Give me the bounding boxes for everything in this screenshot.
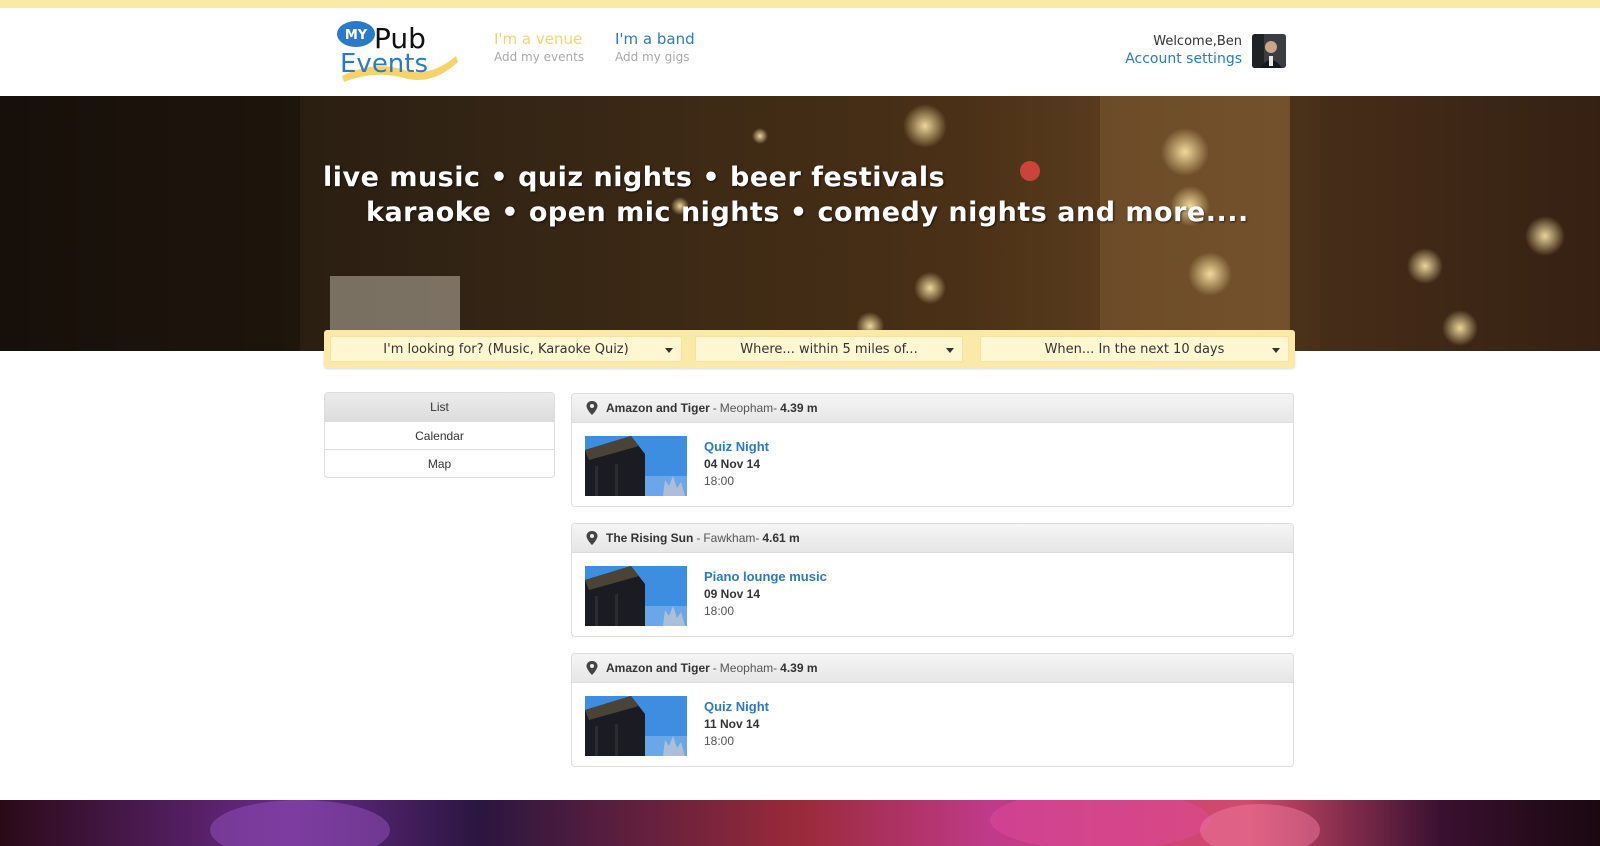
mypubevents-logo[interactable]: MY Pub Events	[334, 16, 462, 88]
event-card: Amazon and Tiger - Meopham - 4.39 m Quiz…	[571, 393, 1294, 507]
event-card: Amazon and Tiger - Meopham - 4.39 m Quiz…	[571, 653, 1294, 767]
event-title-link[interactable]: Quiz Night	[704, 439, 769, 454]
nav-band-title[interactable]: I'm a band	[615, 30, 695, 48]
footer-concert-image	[0, 800, 1600, 846]
event-card-header: Amazon and Tiger - Meopham - 4.39 m	[572, 394, 1293, 423]
event-time: 18:00	[704, 474, 735, 488]
event-date: 04 Nov 14	[704, 457, 761, 471]
separator: -	[755, 531, 760, 545]
event-title-link[interactable]: Quiz Night	[704, 699, 769, 714]
event-card-header: The Rising Sun - Fawkham - 4.61 m	[572, 524, 1293, 553]
nav-venue-title[interactable]: I'm a venue	[494, 30, 584, 48]
venue-name[interactable]: Amazon and Tiger	[606, 661, 710, 675]
venue-distance: 4.39 m	[780, 401, 818, 415]
separator: -	[773, 661, 778, 675]
caret-down-icon	[665, 348, 673, 353]
venue-distance: 4.61 m	[762, 531, 800, 545]
hero-tagline-line1: live music • quiz nights • beer festival…	[323, 162, 946, 193]
venue-distance: 4.39 m	[780, 661, 818, 675]
event-card: The Rising Sun - Fawkham - 4.61 m Piano …	[571, 523, 1294, 637]
location-dropdown-label: Where... within 5 miles of...	[740, 341, 918, 357]
top-accent-strip	[0, 0, 1600, 8]
event-date: 09 Nov 14	[704, 587, 761, 601]
nav-band-subtitle[interactable]: Add my gigs	[615, 50, 695, 64]
event-type-dropdown-label: I'm looking for? (Music, Karaoke Quiz)	[383, 341, 629, 357]
nav-band[interactable]: I'm a band Add my gigs	[615, 30, 695, 64]
event-card-header: Amazon and Tiger - Meopham - 4.39 m	[572, 654, 1293, 683]
event-card-body: Quiz Night 04 Nov 14 18:00	[572, 423, 1293, 506]
hero-banner: live music • quiz nights • beer festival…	[0, 96, 1600, 351]
event-date: 11 Nov 14	[704, 717, 760, 731]
account-settings-link[interactable]: Account settings	[1125, 51, 1242, 67]
venue-name[interactable]: Amazon and Tiger	[606, 401, 710, 415]
event-card-body: Quiz Night 11 Nov 14 18:00	[572, 683, 1293, 766]
map-pin-icon	[586, 401, 598, 415]
event-title-link[interactable]: Piano lounge music	[704, 569, 827, 584]
caret-down-icon	[946, 348, 954, 353]
venue-thumbnail[interactable]	[585, 696, 687, 756]
separator: -	[773, 401, 778, 415]
separator: -	[712, 401, 717, 415]
location-dropdown[interactable]: Where... within 5 miles of...	[695, 336, 963, 362]
welcome-text: Welcome,Ben	[1153, 34, 1242, 49]
view-mode-nav: List Calendar Map	[324, 392, 555, 478]
venue-thumbnail[interactable]	[585, 566, 687, 626]
date-range-dropdown-label: When... In the next 10 days	[1044, 341, 1225, 357]
avatar[interactable]	[1252, 34, 1286, 68]
event-time: 18:00	[704, 734, 735, 748]
venue-thumbnail[interactable]	[585, 436, 687, 496]
caret-down-icon	[1272, 348, 1280, 353]
user-menu: Welcome,Ben Account settings	[1125, 34, 1242, 67]
map-pin-icon	[586, 531, 598, 545]
view-tab-calendar[interactable]: Calendar	[325, 421, 554, 449]
venue-town: Meopham	[719, 661, 774, 675]
event-time: 18:00	[704, 604, 735, 618]
date-range-dropdown[interactable]: When... In the next 10 days	[980, 336, 1289, 362]
view-tab-list[interactable]: List	[325, 393, 554, 421]
nav-venue[interactable]: I'm a venue Add my events	[494, 30, 584, 64]
event-type-dropdown[interactable]: I'm looking for? (Music, Karaoke Quiz)	[330, 336, 682, 362]
separator: -	[696, 531, 701, 545]
hero-tagline-line2: karaoke • open mic nights • comedy night…	[366, 197, 1249, 228]
event-card-body: Piano lounge music 09 Nov 14 18:00	[572, 553, 1293, 636]
nav-venue-subtitle[interactable]: Add my events	[494, 50, 584, 64]
map-pin-icon	[586, 661, 598, 675]
logo-events-text: Events	[340, 49, 428, 79]
logo-my-text: MY	[345, 28, 368, 43]
view-tab-map[interactable]: Map	[325, 449, 554, 477]
venue-name[interactable]: The Rising Sun	[606, 531, 693, 545]
search-filter-bar: I'm looking for? (Music, Karaoke Quiz) W…	[324, 330, 1295, 368]
site-header: MY Pub Events I'm a venue Add my events …	[0, 8, 1600, 96]
venue-town: Meopham	[719, 401, 774, 415]
separator: -	[712, 661, 717, 675]
venue-town: Fawkham	[703, 531, 756, 545]
